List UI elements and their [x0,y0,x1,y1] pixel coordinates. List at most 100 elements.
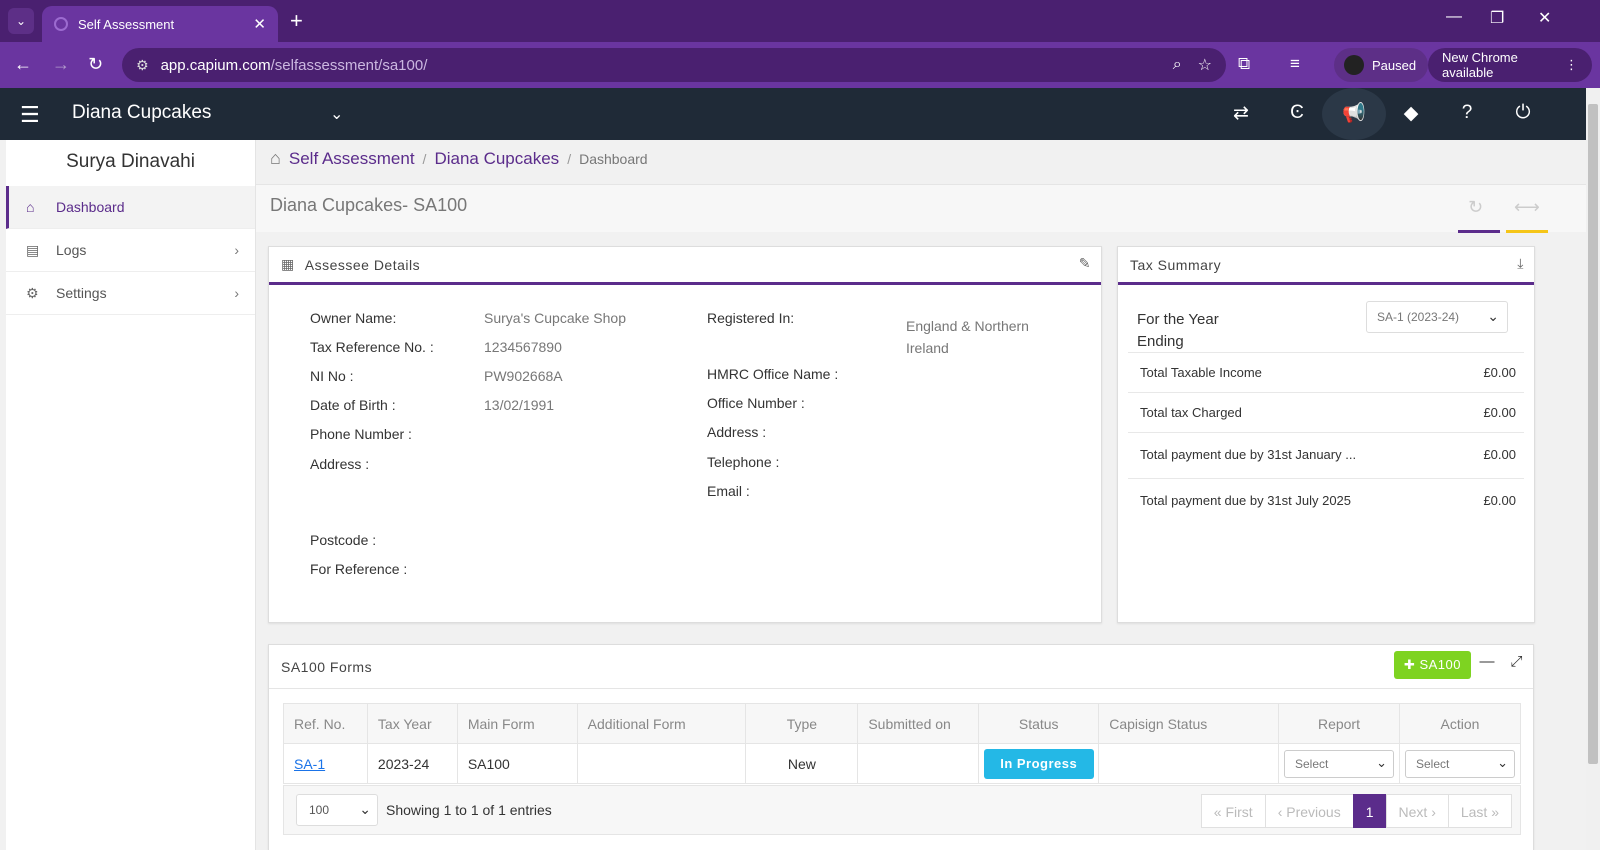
client-name[interactable]: Diana Cupcakes [72,102,211,124]
update-chrome-label: New Chrome available [1442,50,1518,80]
address-bar[interactable]: ⚙ app.capium.com/selfassessment/sa100/ ⌕… [122,48,1226,82]
sidebar-item-logs[interactable]: ▤ Logs › [6,229,255,272]
breadcrumb-separator: / [567,150,572,167]
kebab-menu-icon[interactable]: ⋮ [1565,57,1578,73]
sidebar-item-label: Logs [56,242,87,258]
profile-button[interactable]: Paused [1334,48,1428,82]
detail-value: Surya's Cupcake Shop [484,310,626,326]
sidebar: Surya Dinavahi ⌂ Dashboard ▤ Logs › ⚙ Se… [6,140,256,850]
close-window-icon[interactable]: ✕ [1538,8,1551,28]
switch-icon[interactable]: ⇄ [1226,102,1256,125]
column-header[interactable]: Status [978,703,1100,744]
sidebar-item-dashboard[interactable]: ⌂ Dashboard [6,186,255,229]
favicon-icon [54,17,68,31]
scrollbar-thumb[interactable] [1588,104,1598,764]
column-header[interactable]: Submitted on [857,703,980,744]
chevron-down-icon: ⌄ [1487,308,1499,324]
summary-label: Total Taxable Income [1140,365,1262,380]
detail-label: Address : [310,456,370,472]
breadcrumb-client[interactable]: Diana Cupcakes [434,149,559,169]
column-header[interactable]: Capisign Status [1098,703,1279,744]
minimize-panel-icon[interactable]: — [1480,653,1496,670]
action-select[interactable]: Select ⌄ [1404,749,1515,778]
summary-label: Total payment due by 31st July 2025 [1140,493,1352,508]
minimize-icon[interactable]: — [1446,8,1462,26]
zoom-icon[interactable]: ⌕ [1173,56,1182,74]
breadcrumb-separator: / [422,150,427,167]
ref-cell: SA-1 [283,743,368,784]
refresh-icon[interactable]: ↻ [1468,197,1483,218]
new-tab-icon[interactable]: + [290,8,303,34]
help-icon[interactable]: ? [1452,102,1482,124]
capium-logo-icon[interactable]: Ͼ [1282,102,1312,124]
hamburger-menu-icon[interactable]: ☰ [20,102,40,128]
panel-title: SA100 Forms [281,658,373,675]
detail-label: Email : [707,483,750,499]
ticket-icon[interactable]: ◆ [1396,102,1426,125]
capisign-status-cell [1098,743,1279,784]
detail-label: Owner Name: [310,310,397,326]
download-icon[interactable]: ⤓ [1517,255,1524,272]
report-select[interactable]: Select ⌄ [1283,749,1394,778]
column-header[interactable]: Type [745,703,859,744]
detail-value: PW902668A [484,368,563,384]
tab-title: Self Assessment [78,16,175,32]
tax-summary-panel: Tax Summary ⤓ For the Year Ending SA-1 (… [1117,246,1535,623]
detail-value: 13/02/1991 [484,397,555,413]
page-size-select[interactable]: 100 ⌄ [296,794,378,826]
panel-header: ▦ Assessee Details ✎ [269,247,1101,285]
breadcrumb: ⌂ Self Assessment / Diana Cupcakes / Das… [270,148,648,169]
summary-amount: £0.00 [1483,365,1516,380]
detail-label: Phone Number : [310,426,412,442]
entries-info: Showing 1 to 1 of 1 entries [386,802,552,818]
pagination: « First ‹ Previous 1 Next › Last » [1200,794,1512,828]
column-header[interactable]: Main Form [456,703,578,744]
summary-label: Total payment due by 31st January ... [1140,447,1357,462]
action-cell: Select ⌄ [1398,743,1522,784]
detail-label: For Reference : [310,561,408,577]
column-header[interactable]: Additional Form [576,703,747,744]
add-sa100-button[interactable]: ✚ SA100 [1393,651,1471,679]
year-ending-label: For the Year Ending [1137,311,1219,350]
close-tab-icon[interactable]: ✕ [253,15,266,33]
file-icon: ▤ [26,241,40,258]
bookmark-star-icon[interactable]: ☆ [1198,55,1212,75]
browser-tab-strip: ⌄ Self Assessment ✕ + — ❐ ✕ [0,0,1600,42]
fullscreen-icon[interactable]: ⤢ [1510,653,1523,670]
update-chrome-button[interactable]: New Chrome available ⋮ [1428,48,1592,82]
column-header[interactable]: Tax Year [366,703,458,744]
status-cell: In Progress [978,743,1100,784]
edit-icon[interactable]: ✎ [1079,255,1091,272]
extensions-icon[interactable]: ⧉ [1238,54,1250,74]
ref-link[interactable]: SA-1 [294,756,325,772]
power-icon[interactable]: ⏻ [1508,102,1538,124]
browser-tab[interactable]: Self Assessment ✕ [42,6,278,42]
table-row: SA-1 2023-24 SA100 New In Progress Selec… [283,743,1522,784]
expand-width-icon[interactable]: ⟷ [1514,197,1540,218]
reload-icon[interactable]: ↻ [88,54,103,74]
reading-list-icon[interactable]: ≡ [1290,54,1300,74]
pager-next[interactable]: Next › [1385,794,1449,828]
breadcrumb-self-assessment[interactable]: Self Assessment [289,149,415,169]
sidebar-item-settings[interactable]: ⚙ Settings › [6,272,255,315]
pager-previous[interactable]: ‹ Previous [1264,794,1354,828]
home-icon[interactable]: ⌂ [270,148,281,169]
page-scrollbar[interactable] [1586,88,1600,850]
panel-title: Tax Summary [1130,256,1222,273]
megaphone-icon[interactable]: 📢 [1322,88,1386,140]
tab-search-icon[interactable]: ⌄ [8,8,34,34]
pager-last[interactable]: Last » [1447,794,1512,828]
pager-first[interactable]: « First [1200,794,1266,828]
column-header[interactable]: Ref. No. [283,703,368,744]
summary-amount: £0.00 [1483,405,1516,420]
chevron-down-icon[interactable]: ⌄ [330,104,343,124]
page-title: Diana Cupcakes- SA100 [270,195,468,215]
tax-year-select[interactable]: SA-1 (2023-24) ⌄ [1366,301,1508,333]
forward-icon[interactable]: → [52,54,70,74]
user-name: Surya Dinavahi [66,151,195,172]
pager-current[interactable]: 1 [1352,794,1387,828]
maximize-icon[interactable]: ❐ [1490,8,1504,28]
tax-year-selected: SA-1 (2023-24) [1377,310,1460,324]
back-icon[interactable]: ← [14,54,32,74]
site-info-icon[interactable]: ⚙ [136,57,149,74]
